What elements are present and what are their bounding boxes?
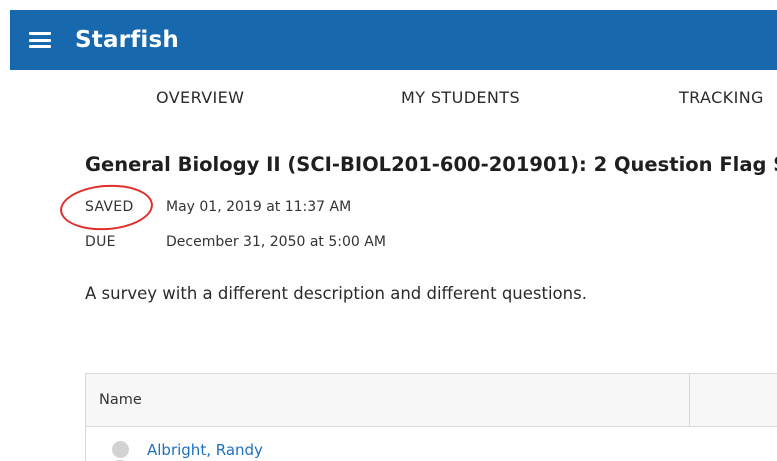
app-title: Starfish [75, 27, 179, 53]
annotation-circle [58, 181, 155, 234]
student-name-link[interactable]: Albright, Randy [147, 441, 263, 459]
top-bar: Starfish [10, 10, 777, 70]
saved-date: May 01, 2019 at 11:37 AM [166, 199, 352, 215]
page-title: General Biology II (SCI-BIOL201-600-2019… [85, 153, 777, 176]
person-avatar-icon [103, 439, 137, 461]
table-row: Albright, Randy [86, 427, 777, 461]
hamburger-menu-icon [29, 32, 51, 48]
nav-tabs: OVERVIEW MY STUDENTS TRACKING [0, 88, 777, 116]
tab-tracking[interactable]: TRACKING [679, 88, 764, 107]
page: Starfish OVERVIEW MY STUDENTS TRACKING G… [0, 0, 777, 461]
tab-my-students[interactable]: MY STUDENTS [401, 88, 520, 107]
due-date: December 31, 2050 at 5:00 AM [166, 234, 386, 250]
table-header: Name [86, 374, 777, 427]
column-header-name[interactable]: Name [86, 392, 142, 408]
column-divider [689, 374, 690, 427]
tab-overview[interactable]: OVERVIEW [156, 88, 244, 107]
due-label: DUE [85, 234, 116, 250]
students-table: Name Albright, Randy [85, 373, 777, 461]
menu-button[interactable] [10, 10, 70, 70]
survey-description: A survey with a different description an… [85, 284, 587, 303]
